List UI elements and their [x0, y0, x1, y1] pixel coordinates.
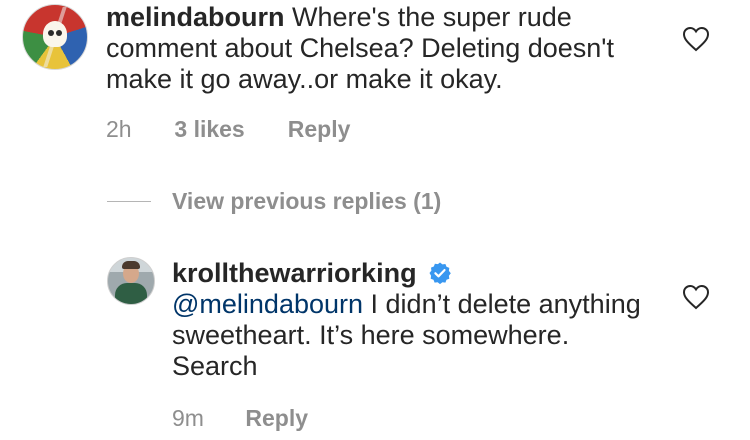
avatar-body-shape [115, 283, 147, 304]
heart-icon[interactable] [682, 26, 710, 52]
reply-meta: 9m Reply [172, 404, 308, 432]
verified-badge-icon [429, 262, 451, 285]
avatar-skull-shape [43, 21, 67, 47]
avatar-hair-shape [122, 261, 140, 269]
reply-body: krollthewarriorking @melindabourn I didn… [172, 258, 652, 382]
reply-mention-link[interactable]: @melindabourn [172, 289, 363, 319]
comment-meta: 2h 3 likes Reply [106, 115, 350, 143]
reply-username[interactable]: krollthewarriorking [172, 258, 417, 288]
comment-likes-count[interactable]: 3 likes [174, 115, 281, 143]
avatar-melindabourn[interactable] [22, 4, 88, 70]
heart-icon[interactable] [682, 284, 710, 310]
view-previous-replies-button[interactable]: View previous replies (1) [172, 187, 441, 215]
avatar-krollthewarriorking[interactable] [107, 257, 155, 305]
comment-body: melindabourn Where's the super rude comm… [106, 2, 666, 95]
reply-reply-button[interactable]: Reply [245, 404, 308, 432]
comment-reply-button[interactable]: Reply [288, 115, 351, 143]
reply-timestamp: 9m [172, 405, 204, 431]
comment-timestamp: 2h [106, 116, 132, 142]
thread-divider-line [107, 201, 151, 202]
comment-username[interactable]: melindabourn [106, 2, 285, 32]
